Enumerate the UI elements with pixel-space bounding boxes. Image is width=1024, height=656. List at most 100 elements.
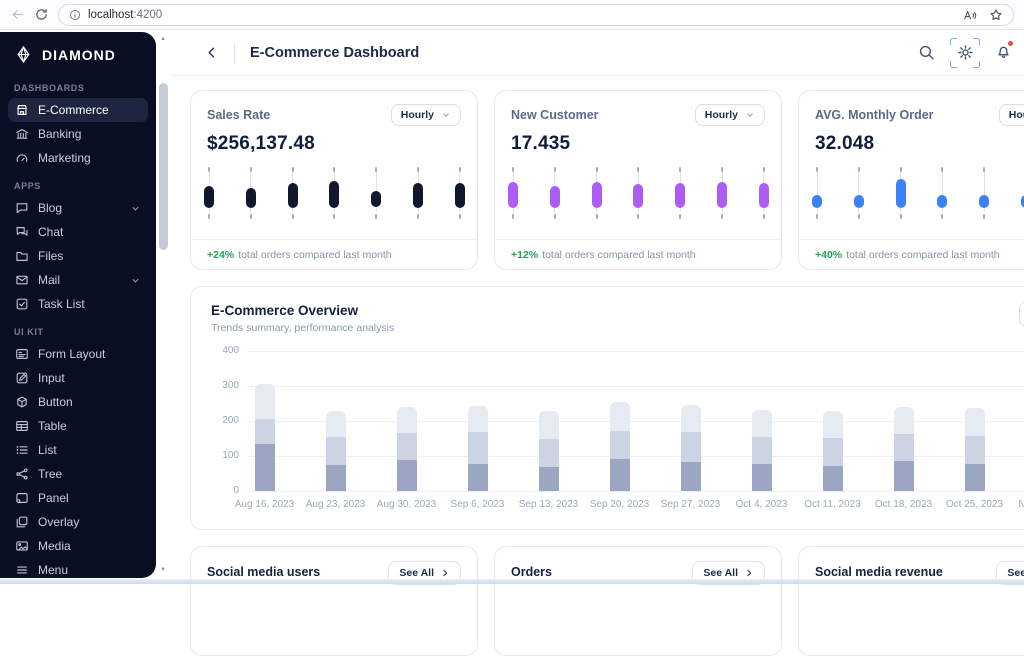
candle bbox=[455, 165, 465, 221]
task-icon bbox=[15, 297, 29, 311]
comment-icon bbox=[15, 201, 29, 215]
browser-reload-icon[interactable] bbox=[34, 7, 49, 22]
address-bar[interactable]: localhost:4200 bbox=[58, 4, 1014, 26]
sidebar-item-label: E-Commerce bbox=[38, 103, 109, 117]
sidebar-item-label: Marketing bbox=[38, 151, 91, 165]
section-label-apps: APPS bbox=[14, 181, 142, 191]
gear-icon[interactable] bbox=[957, 44, 974, 61]
period-dropdown[interactable]: Hourly bbox=[391, 104, 461, 126]
card-social-media-users: Social media users See All bbox=[190, 546, 478, 656]
period-dropdown[interactable]: Hourly bbox=[999, 104, 1024, 126]
see-all-label: See All bbox=[703, 567, 738, 579]
stacked-bar bbox=[681, 405, 701, 491]
chevron-down-icon bbox=[130, 275, 141, 286]
sidebar-item-panel[interactable]: Panel bbox=[8, 486, 148, 510]
sidebar-item-list[interactable]: List bbox=[8, 438, 148, 462]
overview-card: E-Commerce Overview Trends summary, perf… bbox=[190, 286, 1024, 530]
chevron-right-icon bbox=[744, 568, 754, 578]
gridline bbox=[247, 491, 1024, 492]
candlestick-sparkline bbox=[207, 165, 461, 221]
candle bbox=[812, 165, 822, 221]
sidebar-item-tree[interactable]: Tree bbox=[8, 462, 148, 486]
sidebar-scrollbar[interactable]: ▲ ▼ bbox=[156, 33, 170, 578]
back-button[interactable] bbox=[204, 45, 219, 60]
sidebar-item-blog[interactable]: Blog bbox=[8, 196, 148, 220]
sidebar-item-media[interactable]: Media bbox=[8, 534, 148, 558]
stat-card-footer: +12%total orders compared last month bbox=[495, 239, 781, 269]
sidebar-item-chat[interactable]: Chat bbox=[8, 220, 148, 244]
favorite-star-icon[interactable] bbox=[989, 8, 1003, 22]
media-icon bbox=[15, 539, 29, 553]
y-axis-label: 400 bbox=[211, 345, 239, 356]
browser-back-icon[interactable] bbox=[10, 7, 25, 22]
site-info-icon[interactable] bbox=[69, 9, 81, 21]
sidebar-item-menu[interactable]: Menu bbox=[8, 558, 148, 578]
stacked-bar bbox=[965, 408, 985, 491]
page-title: E-Commerce Dashboard bbox=[250, 45, 419, 61]
change-percent: +40% bbox=[815, 249, 842, 261]
candle bbox=[896, 165, 906, 221]
stacked-bar bbox=[823, 411, 843, 491]
sidebar-item-table[interactable]: Table bbox=[8, 414, 148, 438]
sidebar-item-input[interactable]: Input bbox=[8, 366, 148, 390]
see-all-label: See All bbox=[1007, 567, 1024, 579]
candle bbox=[246, 165, 256, 221]
sidebar-item-label: Banking bbox=[38, 127, 81, 141]
see-all-label: See All bbox=[399, 567, 434, 579]
stat-card-avg-monthly-order: AVG. Monthly Order Hourly 32.048 +40%tot… bbox=[798, 90, 1024, 270]
card-title: Orders bbox=[511, 565, 552, 579]
logo: DIAMOND bbox=[0, 32, 156, 72]
header-divider bbox=[234, 43, 235, 63]
stat-card-new-customer: New Customer Hourly 17.435 +12%total ord… bbox=[494, 90, 782, 270]
search-icon[interactable] bbox=[918, 44, 935, 61]
sidebar-item-label: Blog bbox=[38, 201, 62, 215]
section-label-ui-kit: UI KIT bbox=[14, 327, 142, 337]
sidebar-item-form-layout[interactable]: Form Layout bbox=[8, 342, 148, 366]
overview-period-dropdown[interactable] bbox=[1019, 301, 1024, 327]
list-icon bbox=[15, 443, 29, 457]
gridline bbox=[247, 351, 1024, 352]
read-aloud-icon[interactable] bbox=[963, 8, 977, 22]
browser-toolbar: localhost:4200 bbox=[0, 0, 1024, 30]
overview-stacked-bar-chart: 0100200300400Aug 16, 2023Aug 23, 2023Aug… bbox=[211, 339, 1024, 525]
overlay-icon bbox=[15, 515, 29, 529]
candlestick-sparkline bbox=[511, 165, 765, 221]
card-title: Social media users bbox=[207, 565, 320, 579]
sidebar-item-button[interactable]: Button bbox=[8, 390, 148, 414]
scroll-up-icon[interactable]: ▲ bbox=[156, 33, 170, 45]
sidebar-item-marketing[interactable]: Marketing bbox=[8, 146, 148, 170]
sidebar-item-task-list[interactable]: Task List bbox=[8, 292, 148, 316]
sidebar-item-label: Mail bbox=[38, 273, 60, 287]
candle bbox=[413, 165, 423, 221]
sidebar-item-e-commerce[interactable]: E-Commerce bbox=[8, 98, 148, 122]
sidebar-item-files[interactable]: Files bbox=[8, 244, 148, 268]
y-axis-label: 100 bbox=[211, 450, 239, 461]
settings-button[interactable] bbox=[950, 38, 980, 68]
scroll-thumb[interactable] bbox=[159, 83, 168, 250]
chevron-down-icon bbox=[745, 110, 755, 120]
card-social-media-revenue: Social media revenueSee All bbox=[798, 546, 1024, 656]
folder-icon bbox=[15, 249, 29, 263]
chat-icon bbox=[15, 225, 29, 239]
stacked-bar bbox=[752, 410, 772, 491]
y-axis-label: 300 bbox=[211, 380, 239, 391]
bottom-strip bbox=[0, 579, 1024, 584]
panel-icon bbox=[15, 491, 29, 505]
sidebar: DIAMOND DASHBOARDSE-CommerceBankingMarke… bbox=[0, 32, 156, 578]
sidebar-item-label: Overlay bbox=[38, 515, 79, 529]
period-dropdown-value: Hourly bbox=[401, 109, 434, 121]
sidebar-item-label: Tree bbox=[38, 467, 62, 481]
notifications-button[interactable] bbox=[995, 42, 1012, 64]
sidebar-item-overlay[interactable]: Overlay bbox=[8, 510, 148, 534]
change-percent: +24% bbox=[207, 249, 234, 261]
sidebar-item-label: List bbox=[38, 443, 57, 457]
sidebar-item-banking[interactable]: Banking bbox=[8, 122, 148, 146]
stacked-bar bbox=[326, 411, 346, 492]
change-percent: +12% bbox=[511, 249, 538, 261]
page-header: E-Commerce Dashboard bbox=[170, 30, 1024, 76]
card-orders: Orders See All bbox=[494, 546, 782, 656]
main-content: Sales Rate Hourly $256,137.48 +24%total … bbox=[190, 90, 1024, 656]
scroll-down-icon[interactable]: ▼ bbox=[156, 564, 170, 576]
period-dropdown[interactable]: Hourly bbox=[695, 104, 765, 126]
sidebar-item-mail[interactable]: Mail bbox=[8, 268, 148, 292]
